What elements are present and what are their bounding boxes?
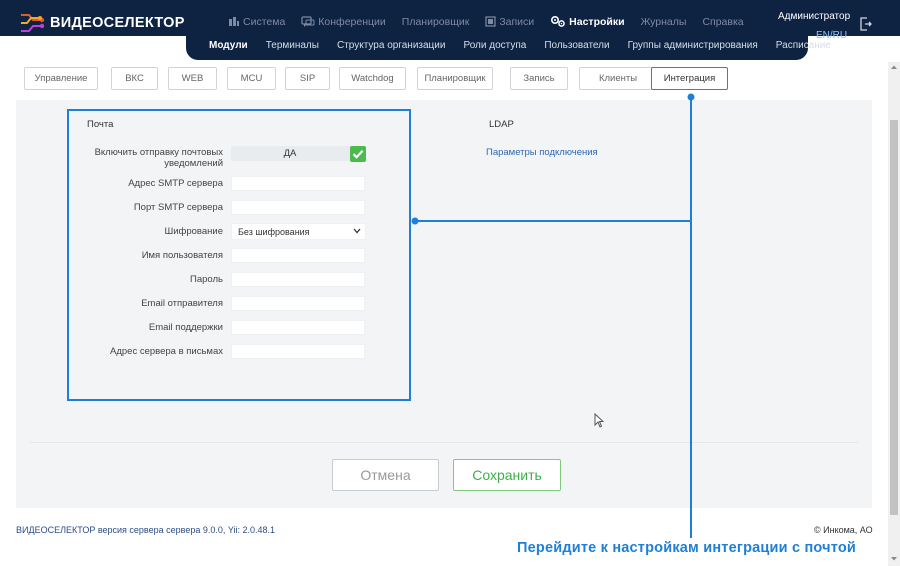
callout-instruction: Перейдите к настройкам интеграции с почт… bbox=[517, 540, 857, 556]
mouse-cursor-icon bbox=[594, 413, 604, 428]
version-info: ВИДЕОСЕЛЕКТОР версия сервера сервера 9.0… bbox=[16, 525, 276, 535]
callout-dot-left bbox=[411, 217, 419, 225]
save-button[interactable]: Сохранить bbox=[453, 459, 561, 491]
callout-dot-top bbox=[687, 93, 695, 101]
cancel-button[interactable]: Отмена bbox=[332, 459, 439, 491]
copyright: © Инкома, АО bbox=[814, 525, 873, 535]
scroll-down-icon[interactable] bbox=[890, 556, 898, 562]
callout-connector bbox=[411, 93, 695, 538]
scrollbar-thumb[interactable] bbox=[890, 120, 898, 515]
scroll-up-icon[interactable] bbox=[890, 64, 898, 70]
